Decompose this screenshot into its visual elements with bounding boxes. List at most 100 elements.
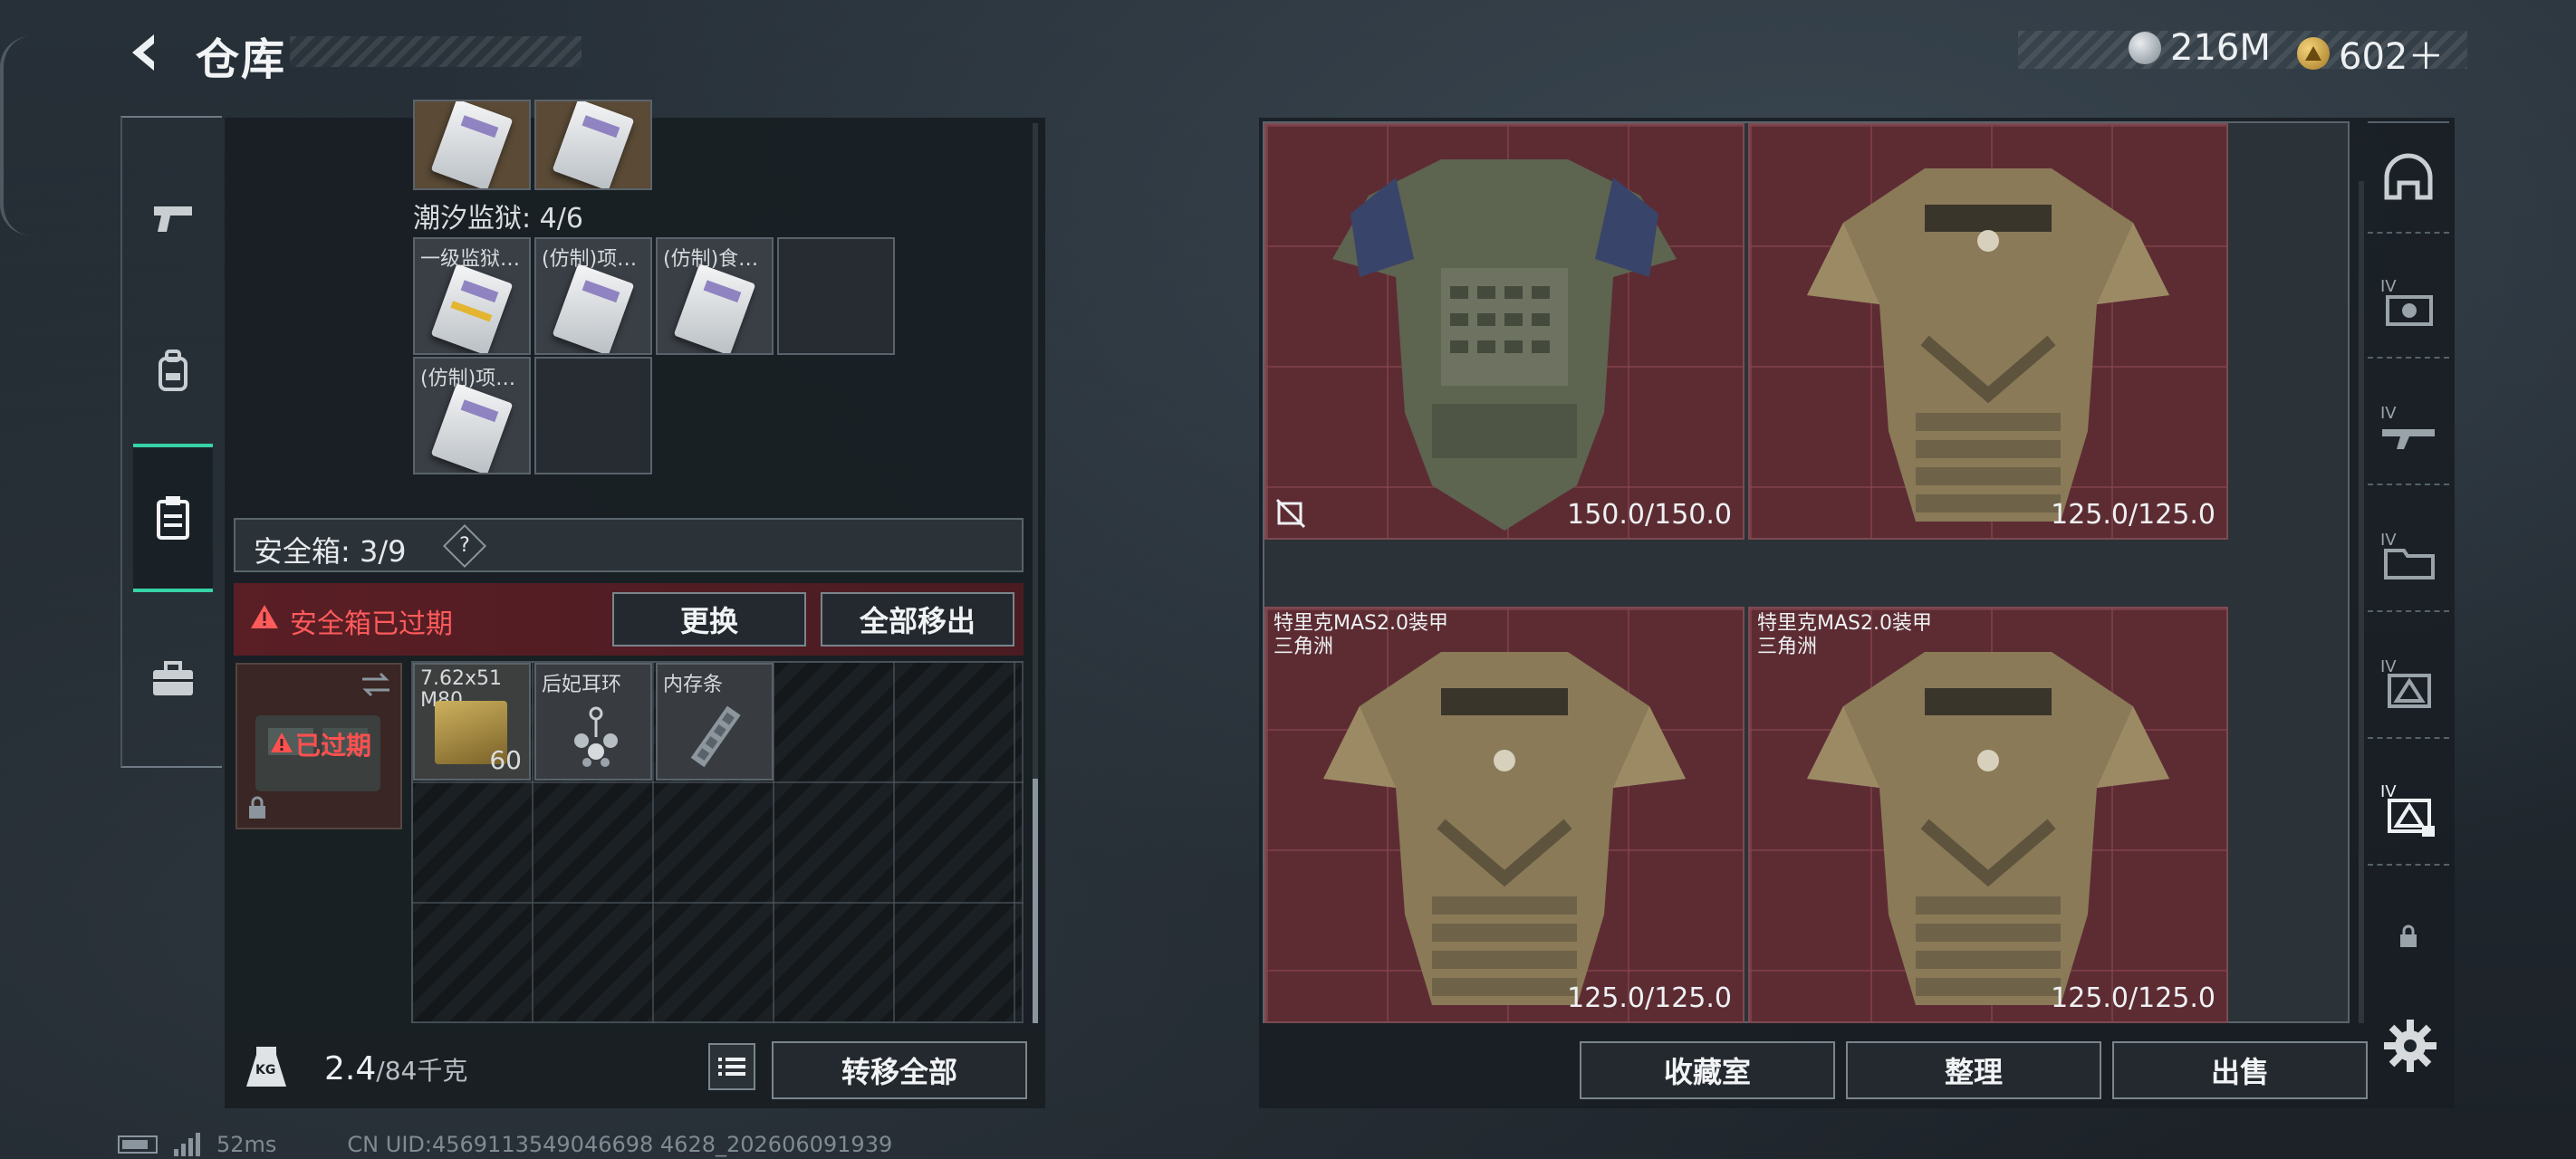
safe-item[interactable]: 内存条 xyxy=(656,663,774,781)
stash-item[interactable] xyxy=(413,100,531,190)
item-label: 一级监狱… xyxy=(420,248,521,271)
stash-scrollbar-thumb[interactable] xyxy=(1033,779,1038,1023)
keycard-icon xyxy=(430,383,514,473)
backpack-icon xyxy=(159,350,187,391)
tier-IV-armor-locked-icon: IV xyxy=(2380,782,2435,837)
pistol-icon xyxy=(154,206,192,232)
move-all-out-button[interactable]: 全部移出 xyxy=(821,592,1014,647)
keycard-slot[interactable]: 一级监狱… xyxy=(413,237,531,355)
keycard-slot[interactable]: (仿制)项… xyxy=(534,237,652,355)
rail-item-gear[interactable]: IV xyxy=(2368,248,2449,359)
app-root: 仓库 216M 602＋ 潮汐监狱: 4/6 一级监狱… (仿制)项… (仿制)… xyxy=(0,0,2576,1159)
silver-amount: 216M xyxy=(2170,27,2271,69)
armor-item[interactable]: 150.0/150.0 xyxy=(1264,123,1745,540)
tier-IV-armor-icon: IV xyxy=(2380,657,2431,708)
keycard-icon xyxy=(552,101,635,188)
rail-item-armor-locked[interactable]: IV xyxy=(2368,755,2449,866)
rail-item-rifle[interactable]: IV xyxy=(2368,375,2449,485)
rail-item-folder[interactable]: IV xyxy=(2368,502,2449,612)
rail-item-locked[interactable] xyxy=(2368,882,2449,991)
safe-box-header: 安全箱: 3/9 ? xyxy=(234,518,1024,572)
lock-icon xyxy=(249,796,265,819)
keycard-slot[interactable]: (仿制)项… xyxy=(413,357,531,474)
safe-expired-label: 已过期 xyxy=(295,731,372,761)
nav-backpack[interactable] xyxy=(133,326,213,417)
weight-icon-label: KG xyxy=(255,1063,276,1078)
sell-button[interactable]: 出售 xyxy=(2112,1041,2368,1099)
svg-text:IV: IV xyxy=(2380,657,2397,676)
nav-weapons[interactable] xyxy=(133,172,213,263)
camo-body-armor-icon xyxy=(1323,652,1686,1005)
safe-box-container[interactable]: 已过期 xyxy=(235,663,402,829)
svg-text:IV: IV xyxy=(2380,531,2397,550)
transfer-all-button[interactable]: 转移全部 xyxy=(772,1041,1027,1099)
signal-icon xyxy=(174,1133,200,1156)
status-bar: 52ms CN UID:4569113549046698 4628_202606… xyxy=(118,1130,892,1159)
nav-safe-box[interactable] xyxy=(133,444,213,592)
clipboard-icon xyxy=(157,496,189,540)
briefcase-icon xyxy=(153,661,193,695)
svg-text:IV: IV xyxy=(2380,782,2397,801)
armor-item[interactable]: 特里克MAS2.0装甲 三角洲 125.0/125.0 xyxy=(1748,607,2228,1023)
earring-icon xyxy=(574,706,618,767)
keycard-slot[interactable]: (仿制)食… xyxy=(656,237,774,355)
edge-decoration xyxy=(0,36,31,235)
top-bar: 仓库 216M 602＋ xyxy=(0,0,2576,109)
item-label: 内存条 xyxy=(663,674,724,696)
keycard-icon xyxy=(430,263,514,353)
armor-item[interactable]: 125.0/125.0 xyxy=(1748,123,2228,540)
warning-icon xyxy=(271,733,293,752)
nav-toolbox[interactable] xyxy=(133,634,213,724)
camo-body-armor-icon xyxy=(1807,168,2169,522)
category-rail: IV IV IV IV IV xyxy=(2359,121,2456,1018)
camo-body-armor-icon xyxy=(1807,652,2169,1005)
empty-slot[interactable] xyxy=(534,357,652,474)
item-label: 后妃耳环 xyxy=(542,674,622,696)
svg-text:IV: IV xyxy=(2380,277,2397,296)
lock-icon xyxy=(2400,924,2417,947)
collection-room-button[interactable]: 收藏室 xyxy=(1580,1041,1835,1099)
back-button[interactable] xyxy=(118,25,172,80)
tier-IV-gear-icon: IV xyxy=(2380,277,2433,326)
settings-button[interactable] xyxy=(2382,1018,2438,1074)
rail-item-armor[interactable]: IV xyxy=(2368,628,2449,739)
weight-value: 2.4/84千克 xyxy=(324,1050,468,1087)
no-insurance-icon xyxy=(1275,498,1306,529)
gold-coin-icon xyxy=(2297,37,2330,70)
armor-item[interactable]: 特里克MAS2.0装甲 三角洲 125.0/125.0 xyxy=(1264,607,1745,1023)
help-icon[interactable]: ? xyxy=(442,523,487,569)
page-title: 仓库 xyxy=(196,34,287,85)
organize-button[interactable]: 整理 xyxy=(1846,1041,2101,1099)
list-icon xyxy=(718,1058,745,1076)
battery-icon xyxy=(118,1135,158,1154)
gold-amount: 602＋ xyxy=(2339,36,2445,78)
currency-silver[interactable]: 216M xyxy=(2129,27,2271,69)
rail-item-helmet[interactable] xyxy=(2368,121,2449,234)
currency-gold[interactable]: 602＋ xyxy=(2297,27,2444,80)
keycard-icon xyxy=(673,263,756,353)
list-view-button[interactable] xyxy=(708,1043,755,1090)
user-id: CN UID:4569113549046698 4628_20260609193… xyxy=(347,1132,893,1157)
silver-coin-icon xyxy=(2129,32,2161,64)
keycard-icon xyxy=(552,263,635,353)
stash-item[interactable] xyxy=(534,100,652,190)
keycard-icon xyxy=(430,101,514,188)
helmet-icon xyxy=(2384,153,2433,200)
durability: 125.0/125.0 xyxy=(1567,982,1732,1014)
replace-button[interactable]: 更换 xyxy=(612,592,806,647)
empty-slot[interactable] xyxy=(777,237,895,355)
expired-message: 安全箱已过期 xyxy=(290,608,453,640)
safe-item[interactable]: 后妃耳环 xyxy=(534,663,652,781)
tier-IV-folder-icon: IV xyxy=(2380,531,2435,580)
section-label: 潮汐监狱: 4/6 xyxy=(413,203,583,235)
title-decoration xyxy=(290,36,582,67)
swap-icon xyxy=(362,672,389,697)
memory-stick-icon xyxy=(690,705,741,768)
left-nav xyxy=(120,116,222,768)
safe-item[interactable]: 7.62x51 M80 60 xyxy=(413,663,531,781)
armor-name: 特里克MAS2.0装甲 三角洲 xyxy=(1757,612,1932,658)
item-count: 60 xyxy=(489,745,522,775)
green-body-armor-icon xyxy=(1332,159,1677,531)
durability: 125.0/125.0 xyxy=(2051,982,2216,1014)
safe-box-title: 安全箱: 3/9 xyxy=(254,534,407,569)
